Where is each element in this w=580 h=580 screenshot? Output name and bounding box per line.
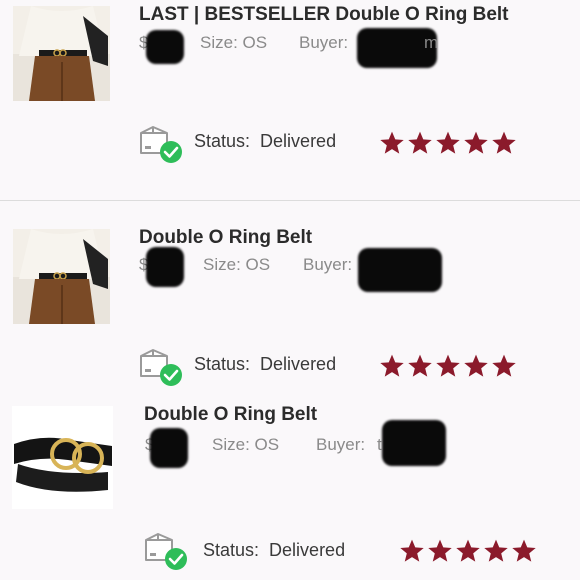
listing-title[interactable]: LAST | BESTSELLER Double O Ring Belt [139, 4, 509, 26]
star-icon [379, 353, 405, 379]
listing-thumbnail[interactable] [12, 406, 113, 509]
listing-size: Size: OS [203, 255, 271, 274]
status-value: Delivered [260, 354, 337, 374]
delivered-box-icon [138, 348, 182, 388]
buyer-fragment: m [424, 33, 439, 52]
listing-card[interactable]: Double O Ring Belt $ Size: OS Buyer: t S… [0, 392, 580, 580]
rating-stars [379, 130, 517, 156]
listing-card[interactable]: Double O Ring Belt $ Size: OS Buyer: Sta… [0, 201, 580, 391]
status-line: Status: Delivered [203, 540, 345, 561]
star-icon [491, 353, 517, 379]
redacted-price [146, 30, 184, 64]
listing-size: Size: OS [212, 435, 280, 454]
rating-stars [379, 353, 517, 379]
redacted-price [146, 247, 184, 287]
status-label: Status: [194, 131, 251, 151]
star-icon [399, 538, 425, 564]
listing-size: Size: OS [200, 33, 268, 52]
status-label: Status: [194, 354, 251, 374]
star-icon [463, 130, 489, 156]
status-label: Status: [203, 540, 260, 560]
redacted-price [150, 428, 188, 468]
listing-title[interactable]: Double O Ring Belt [144, 404, 317, 426]
redacted-buyer [358, 248, 442, 292]
star-icon [379, 130, 405, 156]
star-icon [483, 538, 509, 564]
delivered-box-icon [143, 532, 187, 572]
listing-buyer-label: Buyer: [316, 435, 366, 454]
listing-thumbnail[interactable] [13, 6, 110, 101]
star-icon [455, 538, 481, 564]
redacted-buyer [382, 420, 446, 466]
star-icon [427, 538, 453, 564]
star-icon [463, 353, 489, 379]
status-line: Status: Delivered [194, 131, 336, 152]
listing-buyer-label: Buyer: [299, 33, 349, 52]
star-icon [407, 353, 433, 379]
star-icon [491, 130, 517, 156]
listing-thumbnail[interactable] [13, 229, 110, 324]
status-value: Delivered [260, 131, 337, 151]
status-line: Status: Delivered [194, 354, 336, 375]
star-icon [435, 130, 461, 156]
star-icon [407, 130, 433, 156]
rating-stars [399, 538, 537, 564]
listing-buyer-label: Buyer: [303, 255, 353, 274]
status-value: Delivered [269, 540, 346, 560]
star-icon [435, 353, 461, 379]
star-icon [511, 538, 537, 564]
delivered-box-icon [138, 125, 182, 165]
listing-title[interactable]: Double O Ring Belt [139, 227, 312, 249]
listing-card[interactable]: LAST | BESTSELLER Double O Ring Belt $ S… [0, 0, 580, 200]
